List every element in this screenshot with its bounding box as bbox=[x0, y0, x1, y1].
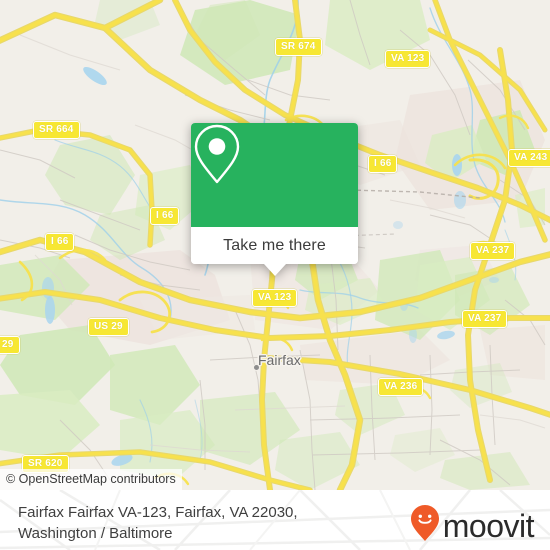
road-shield: I 66 bbox=[368, 155, 398, 173]
map-canvas[interactable]: .road-major{stroke:#f7e14d;stroke-lineca… bbox=[0, 0, 550, 490]
road-shield: VA 237 bbox=[462, 310, 508, 328]
road-shield: VA 123 bbox=[385, 50, 431, 68]
footer-bar: Fairfax Fairfax VA-123, Fairfax, VA 2203… bbox=[0, 490, 550, 550]
moovit-brand-logo[interactable]: moovit bbox=[410, 504, 535, 547]
moovit-map-screenshot: .road-major{stroke:#f7e14d;stroke-lineca… bbox=[0, 0, 550, 550]
attribution-text: © OpenStreetMap contributors bbox=[6, 472, 176, 486]
place-marker-dot bbox=[253, 364, 260, 371]
road-shield: SR 664 bbox=[33, 121, 80, 139]
road-shield: VA 236 bbox=[378, 378, 424, 396]
callout-icon-panel bbox=[191, 123, 358, 227]
location-callout-card[interactable]: Take me there bbox=[191, 123, 358, 276]
callout-pointer-tail bbox=[263, 264, 286, 276]
take-me-there-label: Take me there bbox=[223, 236, 326, 254]
location-address: Fairfax Fairfax VA-123, Fairfax, VA 2203… bbox=[18, 502, 298, 544]
moovit-wordmark: moovit bbox=[442, 507, 535, 544]
road-shield: VA 123 bbox=[252, 289, 298, 307]
road-shield: I 66 bbox=[45, 233, 75, 251]
road-shield: US 29 bbox=[88, 318, 129, 336]
callout-body: Take me there bbox=[191, 123, 358, 264]
moovit-pin-smile-icon bbox=[410, 504, 440, 547]
place-label-fairfax: Fairfax bbox=[258, 352, 301, 368]
road-shield: VA 243 bbox=[508, 149, 550, 167]
road-shield: I 66 bbox=[150, 207, 180, 225]
road-shield: 29 bbox=[0, 336, 20, 354]
road-shield: VA 237 bbox=[470, 242, 516, 260]
take-me-there-button[interactable]: Take me there bbox=[191, 227, 358, 264]
map-attribution[interactable]: © OpenStreetMap contributors bbox=[0, 469, 182, 490]
address-line-2: Washington / Baltimore bbox=[18, 525, 173, 542]
road-shield: SR 674 bbox=[275, 38, 322, 56]
address-line-1: Fairfax Fairfax VA-123, Fairfax, VA 2203… bbox=[18, 504, 298, 521]
